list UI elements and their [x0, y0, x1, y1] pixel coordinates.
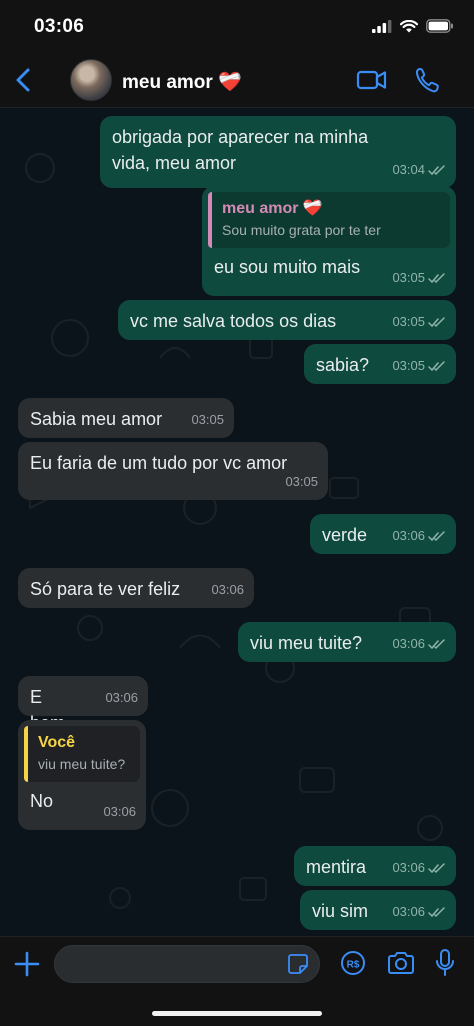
message-meta: 03:05: [285, 469, 318, 495]
status-bar: 03:06: [0, 0, 474, 52]
message-input-box[interactable]: [54, 945, 320, 983]
quoted-author: Você: [38, 734, 76, 751]
message-meta: 03:05: [392, 265, 446, 291]
message-time: 03:06: [392, 904, 425, 919]
message-bubble-outgoing[interactable]: vc me salva todos os dias 03:05: [118, 300, 456, 340]
message-meta: 03:05: [191, 407, 224, 433]
double-check-icon: [428, 272, 445, 283]
message-bubble-outgoing[interactable]: obrigada por aparecer na minha vida, meu…: [100, 116, 456, 188]
message-bubble-outgoing[interactable]: meu amor ❤️‍🩹 Sou muito grata por te ter…: [202, 186, 456, 296]
quoted-author: meu amor ❤️‍🩹: [222, 200, 323, 217]
quoted-text: Sou muito grata por te ter: [222, 222, 381, 238]
message-time: 03:04: [392, 162, 425, 177]
message-meta: 03:05: [392, 309, 446, 335]
message-meta: 03:06: [392, 523, 446, 549]
message-meta: 03:05: [392, 353, 446, 379]
status-icons: [372, 19, 454, 33]
message-time: 03:06: [105, 690, 138, 705]
home-indicator[interactable]: [152, 1011, 322, 1016]
microphone-icon[interactable]: [434, 948, 456, 978]
pix-payment-icon[interactable]: R$: [340, 950, 366, 976]
chat-area[interactable]: obrigada por aparecer na minha vida, meu…: [0, 108, 474, 936]
double-check-icon: [428, 164, 445, 175]
message-time: 03:05: [392, 358, 425, 373]
message-meta: 03:06: [105, 685, 138, 711]
message-time: 03:06: [211, 582, 244, 597]
double-check-icon: [428, 316, 445, 327]
phone-icon[interactable]: [414, 66, 440, 94]
message-time: 03:06: [103, 804, 136, 819]
back-chevron-icon[interactable]: [12, 66, 36, 94]
message-meta: 03:06: [211, 577, 244, 603]
message-time: 03:05: [191, 412, 224, 427]
message-bubble-incoming[interactable]: Eu faria de um tudo por vc amor 03:05: [18, 442, 328, 500]
quoted-message[interactable]: meu amor ❤️‍🩹 Sou muito grata por te ter: [208, 192, 450, 248]
double-check-icon: [428, 360, 445, 371]
cellular-signal-icon: [372, 19, 392, 33]
message-text: Só para te ver feliz: [30, 579, 181, 599]
message-bubble-outgoing[interactable]: sabia? 03:05: [304, 344, 456, 384]
message-time: 03:05: [392, 314, 425, 329]
plus-icon[interactable]: [14, 951, 40, 977]
message-bubble-outgoing[interactable]: viu meu tuite? 03:06: [238, 622, 456, 662]
message-composer: R$: [0, 936, 474, 1026]
message-time: 03:06: [392, 860, 425, 875]
message-bubble-outgoing[interactable]: viu sim 03:06: [300, 890, 456, 930]
video-camera-icon[interactable]: [356, 67, 388, 93]
message-bubble-incoming[interactable]: Só para te ver feliz 03:06: [18, 568, 254, 608]
message-bubble-incoming[interactable]: E bem 03:06: [18, 676, 148, 733]
message-bubble-incoming[interactable]: Você viu meu tuite? No 03:06: [18, 720, 146, 830]
message-text: Eu faria de um tudo por vc amor: [30, 453, 288, 473]
contact-name[interactable]: meu amor ❤️‍🩹: [122, 70, 242, 94]
status-time: 03:06: [34, 16, 85, 37]
message-bubble-outgoing[interactable]: verde 03:06: [310, 514, 456, 554]
double-check-icon: [428, 906, 445, 917]
sticker-icon[interactable]: [287, 953, 309, 975]
message-time: 03:05: [285, 474, 318, 489]
message-meta: 03:06: [103, 799, 136, 825]
double-check-icon: [428, 862, 445, 873]
message-bubble-outgoing[interactable]: mentira 03:06: [294, 846, 456, 886]
message-meta: 03:06: [392, 631, 446, 657]
message-meta: 03:04: [392, 157, 446, 183]
svg-text:R$: R$: [347, 960, 360, 971]
contact-avatar[interactable]: [70, 59, 112, 101]
wifi-icon: [400, 19, 418, 32]
quoted-text: viu meu tuite?: [38, 756, 126, 772]
message-bubble-incoming[interactable]: Sabia meu amor 03:05: [18, 398, 234, 438]
message-time: 03:05: [392, 270, 425, 285]
quoted-message[interactable]: Você viu meu tuite?: [24, 726, 140, 782]
message-meta: 03:06: [392, 855, 446, 881]
chat-header: meu amor ❤️‍🩹: [0, 52, 474, 108]
double-check-icon: [428, 530, 445, 541]
message-time: 03:06: [392, 528, 425, 543]
message-time: 03:06: [392, 636, 425, 651]
camera-icon[interactable]: [386, 950, 416, 976]
battery-icon: [426, 19, 453, 33]
double-check-icon: [428, 638, 445, 649]
message-meta: 03:06: [392, 899, 446, 925]
message-input[interactable]: [55, 946, 275, 982]
